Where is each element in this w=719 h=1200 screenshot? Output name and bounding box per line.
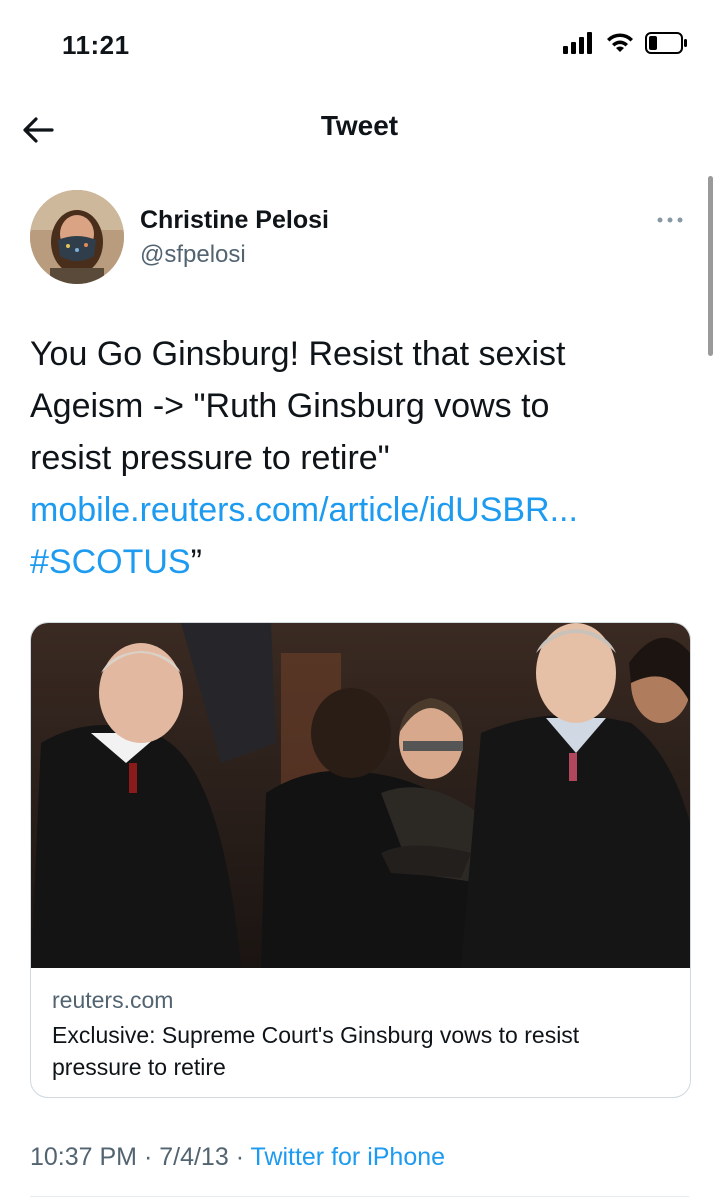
scrollbar[interactable]	[708, 176, 713, 356]
status-icons	[563, 32, 689, 54]
author-handle[interactable]: @sfpelosi	[140, 241, 246, 269]
author-name[interactable]: Christine Pelosi	[140, 206, 329, 235]
card-domain: reuters.com	[52, 987, 174, 1013]
tweet-time: 10:37 PM	[30, 1143, 138, 1171]
tweet-line: You Go Ginsburg! Resist that sexist	[30, 335, 566, 373]
tweet-source[interactable]: Twitter for iPhone	[251, 1143, 446, 1171]
page-title: Tweet	[320, 110, 399, 141]
tweet-line: Ageism -> "Ruth Ginsburg vows to	[30, 387, 550, 425]
card-image	[31, 623, 690, 968]
quote-mark: ”	[190, 543, 202, 581]
signal-icon	[563, 32, 592, 54]
avatar[interactable]	[30, 190, 124, 284]
battery-icon	[645, 32, 687, 54]
status-bar: 11:21	[0, 0, 719, 90]
tweet-date: 7/4/13	[159, 1143, 229, 1171]
wifi-icon	[607, 33, 633, 52]
link-card[interactable]: reuters.com Exclusive: Supreme Court's G…	[30, 622, 691, 1098]
card-title: Exclusive: Supreme Court's Ginsburg vows…	[52, 1022, 580, 1080]
more-options-icon	[657, 217, 683, 223]
avatar-photo	[30, 190, 124, 284]
hashtag-link[interactable]: #SCOTUS	[30, 543, 191, 581]
more-options-button[interactable]	[652, 208, 692, 232]
meta-separator: ·	[228, 1143, 251, 1171]
article-link[interactable]: mobile.reuters.com/article/idUSBR...	[30, 491, 578, 529]
status-time: 11:21	[62, 30, 130, 60]
divider	[30, 1196, 689, 1197]
meta-separator: ·	[137, 1143, 160, 1171]
tweet-line: resist pressure to retire"	[30, 439, 390, 477]
tweet-text: You Go Ginsburg! Resist that sexist Agei…	[30, 328, 690, 588]
tweet-meta: 10:37 PM · 7/4/13 · Twitter for iPhone	[30, 1143, 445, 1172]
top-nav: Tweet	[0, 90, 719, 170]
